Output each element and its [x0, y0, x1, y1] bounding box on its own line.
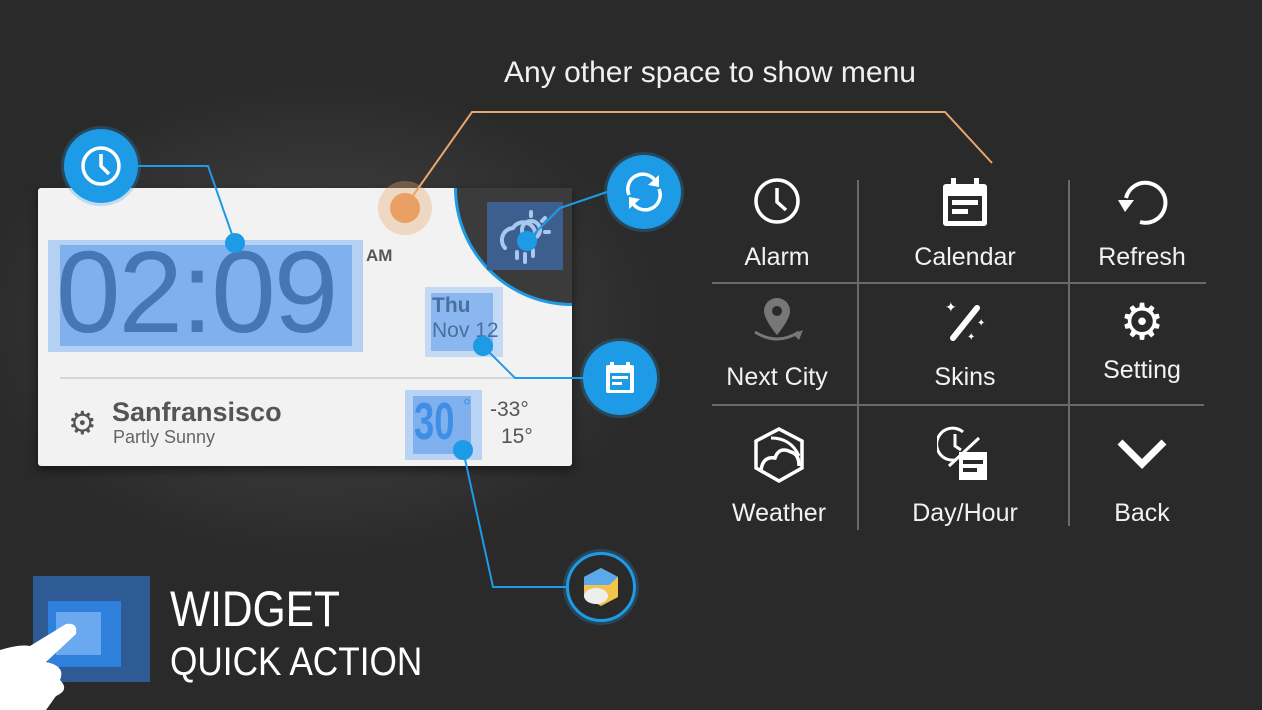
- menu-item-alarm[interactable]: Alarm: [697, 178, 857, 272]
- svg-text:✦: ✦: [967, 332, 975, 343]
- menu-item-day-hour[interactable]: Day/Hour: [885, 426, 1045, 528]
- alarm-callout-clock-icon[interactable]: [64, 129, 138, 203]
- gear-icon: ⚙: [1119, 294, 1165, 350]
- day-hour-icon: [935, 426, 987, 480]
- menu-item-back[interactable]: Back: [1062, 426, 1222, 528]
- calendar-callout-calendar-icon[interactable]: [583, 341, 657, 415]
- weather-app-callout-icon[interactable]: [566, 552, 636, 622]
- menu-divider: [712, 404, 1204, 406]
- refresh-callout-sync-icon[interactable]: [607, 155, 681, 229]
- weather-app-icon: [754, 427, 804, 484]
- menu-item-skins[interactable]: ✦ ✦ ✦ Skins: [885, 296, 1045, 392]
- menu-item-setting[interactable]: ⚙ Setting: [1062, 296, 1222, 385]
- menu-item-weather[interactable]: Weather: [699, 426, 859, 528]
- calendar-icon: [943, 178, 987, 226]
- menu-item-label: Refresh: [1098, 243, 1186, 271]
- chevron-down-icon: [1117, 439, 1167, 469]
- menu-item-label: Day/Hour: [912, 499, 1018, 527]
- refresh-icon: [1118, 180, 1168, 225]
- clock-icon: [754, 178, 800, 224]
- menu-item-label: Back: [1114, 499, 1170, 527]
- menu-item-refresh[interactable]: Refresh: [1062, 178, 1222, 272]
- menu-item-next-city[interactable]: Next City: [697, 296, 857, 392]
- menu-item-label: Alarm: [744, 243, 810, 271]
- banner-title: WIDGET: [170, 581, 340, 637]
- magic-wand-icon: ✦✦✦: [945, 299, 985, 343]
- svg-text:✦: ✦: [977, 318, 985, 329]
- hand-pointer-icon: [0, 623, 77, 710]
- banner-subtitle: QUICK ACTION: [170, 640, 423, 684]
- menu-item-label: Next City: [726, 363, 828, 391]
- menu-divider: [712, 282, 1206, 284]
- svg-text:✦: ✦: [945, 299, 957, 315]
- menu-item-label: Weather: [731, 499, 827, 527]
- menu-item-label: Calendar: [914, 243, 1016, 271]
- menu-item-label: Setting: [1103, 356, 1181, 384]
- location-switch-icon: [754, 298, 803, 341]
- quick-action-menu: Alarm Calendar Refresh Next City ✦ ✦ ✦ Ski…: [712, 178, 1206, 532]
- menu-item-label: Skins: [934, 363, 996, 391]
- menu-item-calendar[interactable]: Calendar: [885, 178, 1045, 272]
